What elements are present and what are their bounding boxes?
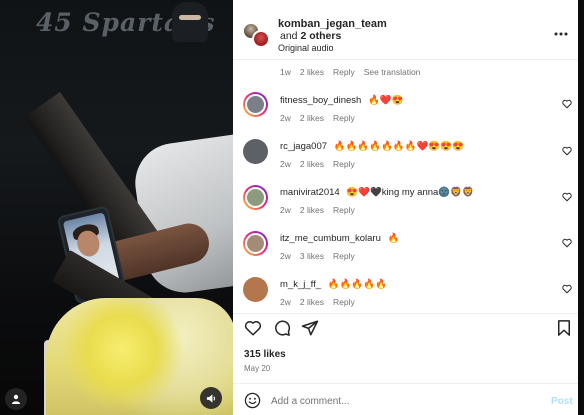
reply-button[interactable]: Reply [333,297,355,307]
share-send-icon[interactable] [301,319,319,337]
window-edge [578,0,584,415]
list-item: m_k_j_ff_ 🔥🔥🔥🔥🔥 [280,279,387,290]
reply-button[interactable]: Reply [333,251,355,261]
comment-time[interactable]: 2w [280,205,291,215]
comment-time[interactable]: 2w [280,251,291,261]
avatar[interactable] [243,185,268,210]
reply-button[interactable]: Reply [333,67,355,77]
see-translation-button[interactable]: See translation [364,67,421,77]
comment-likes[interactable]: 2 likes [300,113,324,123]
comment-meta: 2w 2 likes Reply [280,205,355,215]
comment-likes[interactable]: 2 likes [300,205,324,215]
like-heart-icon[interactable] [562,146,572,156]
ninja-figure [172,2,208,42]
bookmark-icon[interactable] [555,319,573,337]
and-text: and [280,30,298,42]
post-date: May 20 [244,364,271,373]
post-media[interactable]: 45 Spartans [0,0,233,415]
audio-link[interactable]: Original audio [278,43,334,53]
reply-button[interactable]: Reply [333,113,355,123]
collab-avatars[interactable] [242,22,272,50]
list-item: itz_me_cumbum_kolaru 🔥 [280,233,399,244]
comment-text: 🔥 [387,233,400,244]
others-link[interactable]: 2 others [300,30,341,42]
comment-likes[interactable]: 2 likes [300,297,324,307]
list-item: rc_jaga007 🔥🔥🔥🔥🔥🔥🔥❤️😍😍😍 [280,141,464,152]
comment-likes[interactable]: 2 likes [300,159,324,169]
comment-time[interactable]: 2w [280,159,291,169]
more-options-button[interactable] [554,27,568,37]
comment-text: 🔥❤️😍 [367,95,404,106]
reply-button[interactable]: Reply [333,159,355,169]
action-bar-divider [233,313,578,314]
collaborators-line[interactable]: and 2 others [280,30,341,42]
comment-bubble-icon[interactable] [273,319,291,337]
avatar[interactable] [252,30,270,48]
likes-count[interactable]: 315 likes [244,349,286,360]
like-heart-icon[interactable] [562,284,572,294]
comment-likes[interactable]: 2 likes [300,67,324,77]
comment-username[interactable]: manivirat2014 [280,187,340,198]
comment-username[interactable]: rc_jaga007 [280,141,327,152]
comment-text: 😍❤️🖤king my anna🌚🦁🦁 [346,187,474,198]
list-item: manivirat2014 😍❤️🖤king my anna🌚🦁🦁 [280,187,474,198]
like-heart-icon[interactable] [562,192,572,202]
comment-meta: 2w 3 likes Reply [280,251,355,261]
comment-text: 🔥🔥🔥🔥🔥🔥🔥❤️😍😍😍 [333,141,464,152]
comment-meta: 2w 2 likes Reply [280,297,355,307]
avatar[interactable] [243,231,268,256]
comment-username[interactable]: fitness_boy_dinesh [280,95,361,106]
audio-toggle-button[interactable] [200,387,222,409]
reply-button[interactable]: Reply [333,205,355,215]
speaker-icon [206,393,215,403]
comment-time[interactable]: 2w [280,113,291,123]
comment-username[interactable]: itz_me_cumbum_kolaru [280,233,381,244]
comment-input[interactable] [271,391,531,411]
tagged-users-button[interactable] [5,388,27,410]
comment-input-divider [233,383,578,384]
post-header: komban_jegan_team and 2 others Original … [233,0,578,60]
comment-username[interactable]: m_k_j_ff_ [280,279,321,290]
like-heart-icon[interactable] [562,99,572,109]
post-author[interactable]: komban_jegan_team [278,18,387,30]
ellipsis-icon [554,32,568,36]
comments-panel: komban_jegan_team and 2 others Original … [233,0,578,415]
comment-text: 🔥🔥🔥🔥🔥 [327,279,387,290]
avatar[interactable] [243,277,268,302]
like-heart-icon[interactable] [562,238,572,248]
post-button[interactable]: Post [551,396,573,407]
list-item: fitness_boy_dinesh 🔥❤️😍 [280,95,403,106]
like-heart-icon[interactable] [244,319,262,337]
avatar[interactable] [243,139,268,164]
comment-time[interactable]: 2w [280,297,291,307]
comment-meta: 2w 2 likes Reply [280,113,355,123]
comment-likes[interactable]: 3 likes [300,251,324,261]
comment-time[interactable]: 1w [280,67,291,77]
comment-meta: 2w 2 likes Reply [280,159,355,169]
avatar[interactable] [243,92,268,117]
comment-meta: 1w 2 likes Reply See translation [280,67,420,77]
person-icon [12,394,20,404]
emoji-icon[interactable] [244,392,261,409]
